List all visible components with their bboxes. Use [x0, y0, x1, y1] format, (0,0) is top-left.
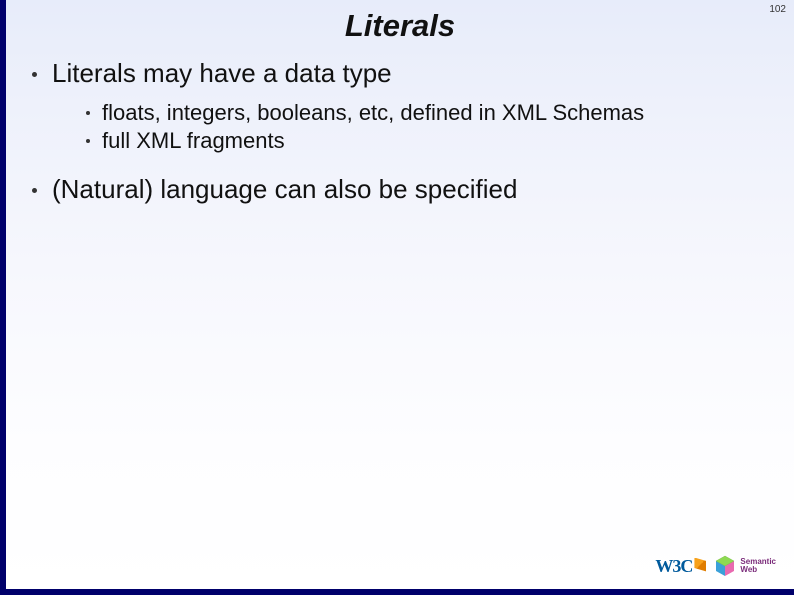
semantic-web-logo: Semantic Web	[714, 555, 776, 577]
w3c-3-letter: 3	[672, 556, 680, 577]
bullet-list-level2: floats, integers, booleans, etc, defined…	[52, 89, 774, 166]
semantic-web-line2: Web	[740, 566, 776, 574]
bullet-text: Literals may have a data type	[52, 58, 392, 88]
sub-bullet-item: full XML fragments	[52, 127, 774, 155]
semantic-web-cube-icon	[714, 555, 736, 577]
w3c-check-icon	[694, 558, 706, 572]
bullet-list-level1: Literals may have a data type floats, in…	[20, 58, 774, 205]
bullet-text: (Natural) language can also be specified	[52, 174, 517, 204]
sub-bullet-item: floats, integers, booleans, etc, defined…	[52, 99, 774, 127]
sub-bullet-text: full XML fragments	[102, 128, 285, 153]
w3c-c-letter: C	[680, 556, 692, 577]
semantic-web-text: Semantic Web	[740, 558, 776, 574]
slide-title: Literals	[6, 0, 794, 58]
slide: 102 Literals Literals may have a data ty…	[0, 0, 794, 595]
w3c-w-letter: W	[655, 556, 672, 577]
page-number: 102	[769, 4, 786, 15]
w3c-logo: W3C	[655, 556, 706, 577]
bullet-item: (Natural) language can also be specified	[20, 174, 774, 205]
slide-content: Literals may have a data type floats, in…	[6, 58, 794, 205]
footer-logos: W3C Semantic Web	[655, 555, 776, 577]
sub-bullet-text: floats, integers, booleans, etc, defined…	[102, 100, 644, 125]
bullet-item: Literals may have a data type floats, in…	[20, 58, 774, 166]
